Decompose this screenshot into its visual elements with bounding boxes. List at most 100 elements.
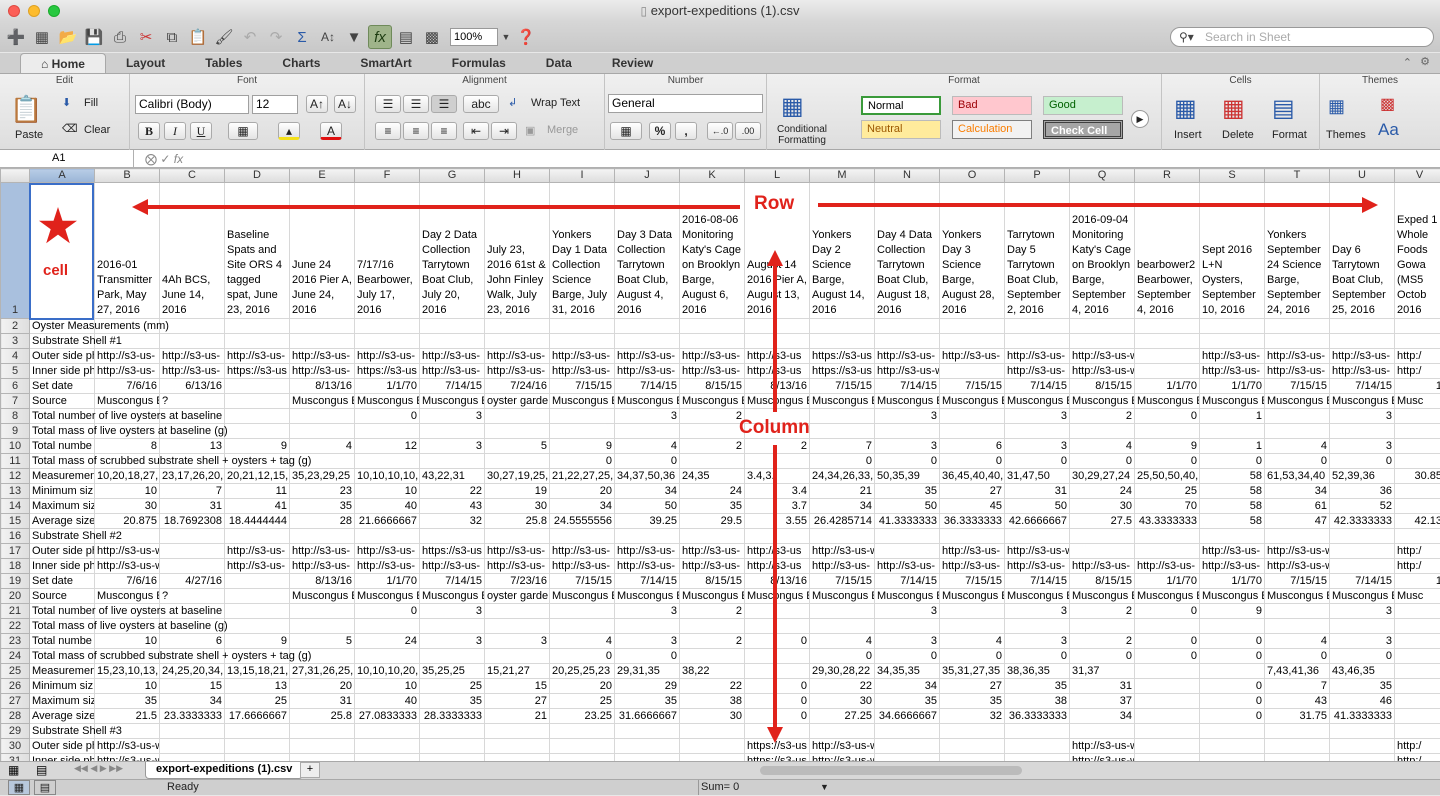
cell[interactable]: 31.75 xyxy=(1265,709,1330,724)
header-cell[interactable]: Yonkers Day 1 Data Collection Science Ba… xyxy=(550,183,615,319)
sheet-table[interactable]: ABCDEFGHIJKLMNOPQRSTUV12016-01 Transmitt… xyxy=(0,168,1440,761)
cell[interactable]: 1/1/70 xyxy=(1135,379,1200,394)
cell[interactable]: 6 xyxy=(160,634,225,649)
cell[interactable]: Inner side ph xyxy=(30,754,95,762)
cell[interactable]: 8/15/15 xyxy=(1070,574,1135,589)
cell[interactable]: http://s3-us xyxy=(745,544,810,559)
cell[interactable] xyxy=(225,424,290,439)
header-cell[interactable]: Day 4 Data Collection Tarrytown Boat Clu… xyxy=(875,183,940,319)
cell[interactable] xyxy=(160,739,225,754)
cell[interactable] xyxy=(485,754,550,762)
cell[interactable]: Muscongus E xyxy=(1070,589,1135,604)
cell[interactable]: 15 xyxy=(485,679,550,694)
cell[interactable] xyxy=(1330,424,1395,439)
cell[interactable]: 0 xyxy=(745,634,810,649)
cell[interactable]: 22 xyxy=(810,679,875,694)
cell[interactable]: 0 xyxy=(1200,454,1265,469)
cell[interactable]: Muscongus E xyxy=(550,394,615,409)
cell[interactable]: 0 xyxy=(875,454,940,469)
cell[interactable]: 19 xyxy=(485,484,550,499)
cell[interactable] xyxy=(420,529,485,544)
cell[interactable]: 34 xyxy=(615,484,680,499)
cell[interactable] xyxy=(1200,334,1265,349)
cell[interactable]: http://s3-us- xyxy=(940,349,1005,364)
column-header-d[interactable]: D xyxy=(225,169,290,183)
cell[interactable] xyxy=(420,334,485,349)
cell[interactable]: 10 xyxy=(95,634,160,649)
cell[interactable] xyxy=(745,604,810,619)
cell[interactable]: 8/13/16 xyxy=(290,574,355,589)
cell[interactable]: 3 xyxy=(1005,634,1070,649)
insert-button[interactable]: Insert xyxy=(1174,129,1202,141)
cell[interactable]: 28 xyxy=(290,514,355,529)
cell[interactable]: 34 xyxy=(1070,709,1135,724)
cell[interactable] xyxy=(1200,619,1265,634)
cell[interactable]: 1/1/70 xyxy=(1200,574,1265,589)
cell[interactable]: 43,22,31 xyxy=(420,469,485,484)
cell[interactable]: 41.3333333 xyxy=(1330,709,1395,724)
cell[interactable] xyxy=(745,664,810,679)
cell[interactable] xyxy=(1005,319,1070,334)
cell[interactable]: http://s3-us- xyxy=(1265,364,1330,379)
fill-color-icon[interactable]: ▴ xyxy=(278,122,300,140)
cell[interactable]: Total numbe xyxy=(30,634,95,649)
cell[interactable] xyxy=(355,754,420,762)
cell[interactable] xyxy=(1070,424,1135,439)
row-header[interactable]: 9 xyxy=(1,424,30,439)
sheet-tab[interactable]: export-expeditions (1).csv xyxy=(145,762,303,779)
column-header-a[interactable]: A xyxy=(30,169,95,183)
align-left-icon[interactable]: ≡ xyxy=(375,122,401,140)
cell[interactable] xyxy=(680,529,745,544)
cell[interactable]: 7/15/15 xyxy=(550,574,615,589)
cell[interactable]: 0 xyxy=(745,694,810,709)
cell[interactable]: http:/ xyxy=(1395,754,1440,762)
cell[interactable] xyxy=(1135,349,1200,364)
cell[interactable] xyxy=(745,454,810,469)
cell[interactable]: 7/14/15 xyxy=(875,574,940,589)
cell[interactable]: http://s3-us- xyxy=(160,364,225,379)
cell[interactable]: 7/14/15 xyxy=(615,574,680,589)
cell[interactable] xyxy=(485,529,550,544)
row-header[interactable]: 16 xyxy=(1,529,30,544)
cell[interactable]: http://s3-us- xyxy=(680,364,745,379)
zoom-dropdown-icon[interactable]: ▼ xyxy=(500,25,512,49)
cell[interactable]: Maximum siz xyxy=(30,499,95,514)
header-cell[interactable]: Day 2 Data Collection Tarrytown Boat Clu… xyxy=(420,183,485,319)
cell[interactable] xyxy=(615,754,680,762)
cell[interactable]: http:/ xyxy=(1395,739,1440,754)
cell[interactable]: http://s3-us- xyxy=(550,544,615,559)
cell[interactable]: Muscongus E xyxy=(1135,589,1200,604)
column-header-t[interactable]: T xyxy=(1265,169,1330,183)
cell[interactable] xyxy=(225,379,290,394)
header-cell[interactable]: June 24 2016 Pier A, June 24, 2016 xyxy=(290,183,355,319)
tab-data[interactable]: Data xyxy=(526,53,592,73)
cell[interactable]: 24,25,20,34, xyxy=(160,664,225,679)
cell[interactable]: 2 xyxy=(745,439,810,454)
status-sum-dropdown-icon[interactable]: ▼ xyxy=(820,780,829,795)
styles-more-icon[interactable]: ▶ xyxy=(1131,110,1149,128)
row-header[interactable]: 15 xyxy=(1,514,30,529)
cell[interactable]: http://s3-us- xyxy=(680,544,745,559)
cell[interactable]: 9 xyxy=(225,439,290,454)
cell[interactable]: 34 xyxy=(1265,484,1330,499)
cell[interactable]: http://s3-us-west-1.amazonaws.com/d xyxy=(95,754,160,762)
undo-icon[interactable]: ↶ xyxy=(238,25,262,49)
cell[interactable]: http://s3-us xyxy=(745,559,810,574)
cell[interactable] xyxy=(1135,754,1200,762)
cell[interactable] xyxy=(875,424,940,439)
cell[interactable] xyxy=(290,424,355,439)
cell[interactable]: Muscongus E xyxy=(550,589,615,604)
row-header[interactable]: 4 xyxy=(1,349,30,364)
cell[interactable] xyxy=(680,739,745,754)
cell[interactable]: 2 xyxy=(680,604,745,619)
cell[interactable] xyxy=(1395,664,1440,679)
column-header-e[interactable]: E xyxy=(290,169,355,183)
column-header-v[interactable]: V xyxy=(1395,169,1440,183)
cell[interactable]: https://s3-us xyxy=(355,364,420,379)
cell[interactable] xyxy=(810,424,875,439)
cell[interactable] xyxy=(1135,529,1200,544)
cell[interactable]: Muscongus E xyxy=(1200,589,1265,604)
header-cell[interactable]: August 14 2016 Pier A, August 13, 2016 xyxy=(745,183,810,319)
cell[interactable]: 21 xyxy=(485,709,550,724)
cell[interactable] xyxy=(615,724,680,739)
